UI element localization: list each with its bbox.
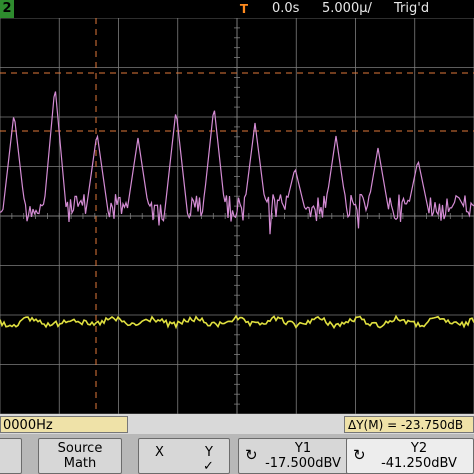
softkey-bar: Source Math X Y ✓ ↻ Y1 -17.500dBV ↻ Y2 -… — [0, 434, 474, 474]
y2-value: -41.250dBV — [381, 456, 457, 471]
checkmark-icon: ✓ — [203, 459, 214, 474]
source-value: Math — [63, 456, 97, 471]
status-bar: 0000Hz ΔY(M) = -23.750dB — [0, 414, 474, 434]
trigger-position-icon[interactable]: T — [237, 2, 251, 16]
y-mode-label: Y — [205, 445, 213, 460]
channel-badge[interactable]: 2 — [0, 0, 14, 18]
delta-y-readout: ΔY(M) = -23.750dB — [344, 416, 474, 433]
top-status-bar: 2 T 0.0s 5.000µ/ Trig'd — [0, 0, 474, 18]
source-softkey[interactable]: Source Math — [38, 438, 122, 474]
rotate-knob-icon: ↻ — [353, 446, 366, 464]
x-mode-label: X — [155, 445, 164, 460]
timebase-scale: 5.000µ/ — [322, 1, 372, 16]
waveform-display[interactable] — [0, 18, 474, 414]
y1-cursor-softkey[interactable]: ↻ Y1 -17.500dBV — [238, 438, 350, 474]
time-offset: 0.0s — [272, 1, 300, 16]
source-label: Source — [57, 441, 103, 456]
frequency-readout: 0000Hz — [0, 416, 128, 433]
softkey-blank[interactable] — [0, 438, 22, 474]
x-y-mode-softkey[interactable]: X Y ✓ — [138, 438, 230, 474]
rotate-knob-icon: ↻ — [245, 446, 258, 464]
y2-cursor-softkey[interactable]: ↻ Y2 -41.250dBV — [346, 438, 474, 474]
trigger-status: Trig'd — [394, 1, 430, 16]
graticule — [0, 18, 474, 414]
y2-label: Y2 — [410, 441, 428, 456]
